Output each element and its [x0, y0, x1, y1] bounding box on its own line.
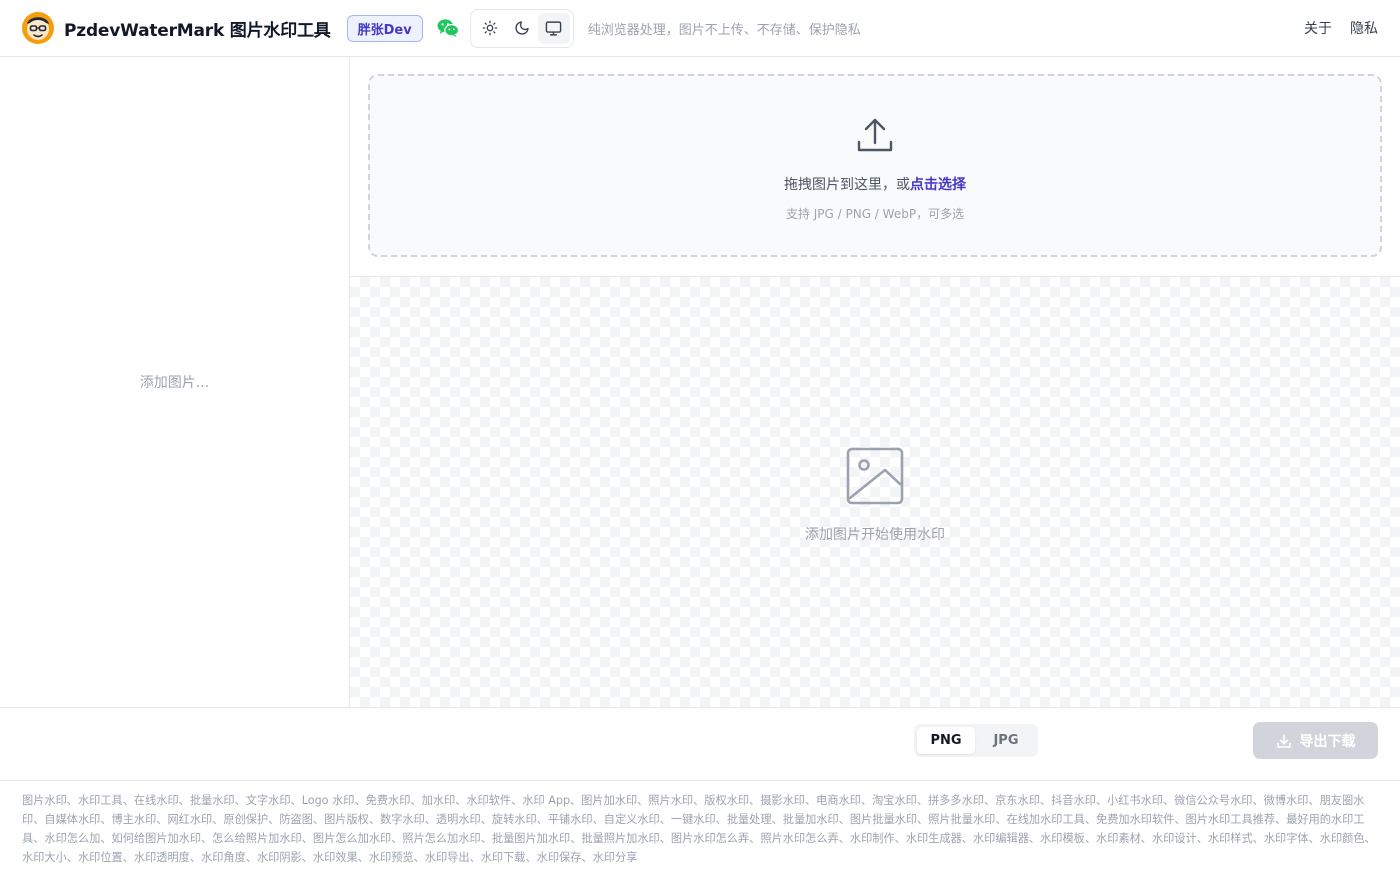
- canvas-empty-text: 添加图片开始使用水印: [805, 527, 945, 543]
- image-placeholder-icon: [846, 447, 904, 505]
- preview-canvas: 添加图片开始使用水印: [350, 277, 1400, 707]
- wechat-icon[interactable]: [437, 17, 459, 39]
- nav-about-link[interactable]: 关于: [1304, 18, 1332, 38]
- top-header: PzdevWaterMark 图片水印工具 胖张Dev 纯浏览器处理，图片不上传…: [0, 0, 1400, 57]
- theme-dark-button[interactable]: [506, 13, 538, 44]
- format-jpg-button[interactable]: JPG: [977, 727, 1035, 754]
- avatar-logo-icon[interactable]: [22, 12, 54, 44]
- dropzone-prompt: 拖拽图片到这里，或点击选择: [784, 174, 966, 194]
- privacy-tagline: 纯浏览器处理，图片不上传、不存储、保护隐私: [587, 22, 861, 38]
- nav-privacy-link[interactable]: 隐私: [1350, 18, 1378, 38]
- format-toggle: PNG JPG: [914, 724, 1038, 757]
- header-nav: 关于 隐私: [1304, 18, 1378, 38]
- theme-system-button[interactable]: [537, 12, 570, 44]
- upload-dropzone[interactable]: 拖拽图片到这里，或点击选择 支持 JPG / PNG / WebP，可多选: [368, 74, 1382, 257]
- theme-light-button[interactable]: [474, 13, 506, 44]
- image-list-sidebar: 添加图片...: [0, 57, 350, 707]
- sun-icon: [482, 20, 498, 36]
- upload-icon: [857, 118, 893, 151]
- download-icon: [1276, 733, 1291, 748]
- seo-footer: 图片水印、水印工具、在线水印、批量水印、文字水印、Logo 水印、免费水印、加水…: [0, 781, 1400, 875]
- moon-icon: [515, 21, 529, 35]
- sidebar-placeholder: 添加图片...: [139, 375, 210, 391]
- dropzone-prompt-text: 拖拽图片到这里，或: [784, 176, 910, 193]
- format-png-button[interactable]: PNG: [917, 727, 975, 754]
- theme-switcher: [469, 8, 574, 48]
- export-button-label: 导出下载: [1299, 733, 1356, 750]
- dropzone-hint: 支持 JPG / PNG / WebP，可多选: [785, 206, 965, 221]
- export-toolbar: PNG JPG 导出下载: [0, 707, 1400, 781]
- keyword-list: 图片水印、水印工具、在线水印、批量水印、文字水印、Logo 水印、免费水印、加水…: [22, 794, 1376, 864]
- upload-section: 拖拽图片到这里，或点击选择 支持 JPG / PNG / WebP，可多选: [350, 57, 1400, 277]
- export-download-button[interactable]: 导出下载: [1253, 722, 1378, 759]
- monitor-icon: [545, 20, 562, 36]
- author-badge[interactable]: 胖张Dev: [346, 14, 423, 42]
- select-file-link[interactable]: 点击选择: [910, 177, 966, 193]
- app-title: PzdevWaterMark 图片水印工具: [64, 20, 331, 41]
